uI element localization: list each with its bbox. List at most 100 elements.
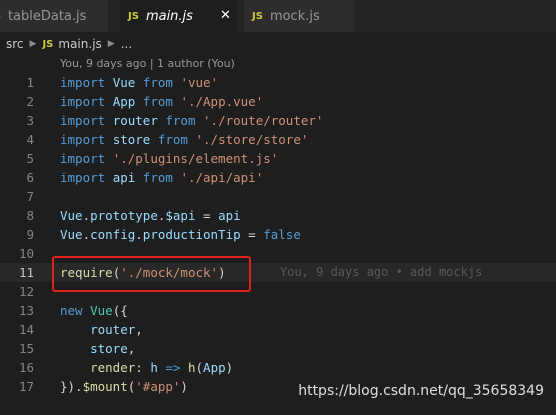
code-token: Vue bbox=[90, 303, 113, 318]
code-line[interactable]: 3 import router from './route/router' bbox=[0, 111, 556, 130]
code-line[interactable]: 16 render: h => h(App) bbox=[0, 358, 556, 377]
breadcrumb-folder[interactable]: src bbox=[6, 37, 24, 51]
code-token: './store/store' bbox=[195, 132, 309, 147]
line-number: 14 bbox=[18, 322, 34, 337]
watermark: https://blog.csdn.net/qq_35658349 bbox=[298, 383, 544, 399]
code-token: config bbox=[90, 227, 136, 242]
code-text: new Vue({ bbox=[60, 301, 128, 320]
line-number: 6 bbox=[26, 170, 34, 185]
breadcrumb-file[interactable]: main.js bbox=[58, 37, 101, 51]
code-line[interactable]: 9 Vue.config.productionTip = false bbox=[0, 225, 556, 244]
code-line[interactable]: 6 import api from './api/api' bbox=[0, 168, 556, 187]
code-token: App bbox=[112, 94, 136, 109]
code-token: import bbox=[60, 75, 106, 90]
tab-label: tableData.js bbox=[7, 8, 87, 24]
code-line[interactable]: 7 bbox=[0, 187, 556, 206]
code-text: store, bbox=[60, 339, 135, 358]
line-number: 4 bbox=[26, 132, 34, 147]
code-token: './route/router' bbox=[203, 113, 324, 128]
code-text: import Vue from 'vue' bbox=[60, 73, 218, 92]
tab-mock[interactable]: JS mock.js bbox=[244, 0, 354, 32]
code-token: : bbox=[135, 360, 151, 375]
code-line[interactable]: 14 router, bbox=[0, 320, 556, 339]
code-token: '#app' bbox=[135, 379, 181, 394]
code-token: import bbox=[60, 132, 106, 147]
code-line[interactable]: 5 import './plugins/element.js' bbox=[0, 149, 556, 168]
code-token: => bbox=[165, 360, 181, 375]
code-editor[interactable]: 1 import Vue from 'vue' 2 import App from '… bbox=[0, 73, 556, 396]
code-token: h bbox=[150, 360, 158, 375]
code-token: from bbox=[142, 94, 173, 109]
tab-tabledata[interactable]: JS tableData.js bbox=[0, 0, 108, 32]
chevron-right-icon: ▶ bbox=[29, 39, 37, 49]
code-token: ( bbox=[195, 360, 204, 375]
code-token: . bbox=[82, 227, 91, 242]
js-file-icon: JS bbox=[128, 10, 139, 22]
code-line[interactable]: 2 import App from './App.vue' bbox=[0, 92, 556, 111]
code-token: Vue bbox=[112, 75, 136, 90]
breadcrumb-more[interactable]: ... bbox=[121, 37, 132, 51]
code-token: App bbox=[203, 360, 226, 375]
codelens-blame[interactable]: You, 9 days ago | 1 author (You) bbox=[60, 57, 235, 73]
line-number: 7 bbox=[26, 189, 34, 204]
line-number: 2 bbox=[26, 94, 34, 109]
code-token: store bbox=[90, 341, 128, 356]
code-token: . bbox=[135, 227, 143, 242]
code-line[interactable]: 13 new Vue({ bbox=[0, 301, 556, 320]
code-token: import bbox=[60, 151, 106, 166]
line-number: 3 bbox=[26, 113, 34, 128]
code-token: import bbox=[60, 113, 106, 128]
js-file-icon: JS bbox=[0, 11, 1, 22]
code-text: render: h => h(App) bbox=[60, 358, 233, 377]
line-number: 1 bbox=[26, 75, 34, 90]
close-icon[interactable]: ✕ bbox=[220, 8, 231, 23]
js-file-icon: JS bbox=[252, 10, 263, 22]
line-number: 12 bbox=[18, 284, 34, 299]
code-text: import router from './route/router' bbox=[60, 111, 323, 130]
code-token: 'vue' bbox=[180, 75, 219, 90]
code-token: Vue bbox=[60, 227, 83, 242]
code-line[interactable]: 1 import Vue from 'vue' bbox=[0, 73, 556, 92]
code-token: = bbox=[240, 227, 264, 242]
code-token: $api bbox=[165, 208, 196, 223]
line-number: 15 bbox=[18, 341, 34, 356]
code-text: import './plugins/element.js' bbox=[60, 149, 278, 168]
breadcrumb: src ▶ JS main.js ▶ ... bbox=[0, 32, 556, 56]
code-token: api bbox=[218, 208, 241, 223]
code-text: Vue.config.productionTip = false bbox=[60, 225, 301, 244]
line-number: 9 bbox=[26, 227, 34, 242]
line-number: 13 bbox=[18, 303, 34, 318]
code-token: new bbox=[60, 303, 83, 318]
code-token: , bbox=[135, 322, 143, 337]
code-line[interactable]: 8 Vue.prototype.$api = api bbox=[0, 206, 556, 225]
tab-bar: JS tableData.js JS main.js ✕ JS mock.js bbox=[0, 0, 556, 32]
line-number: 11 bbox=[18, 265, 34, 280]
inline-blame: You, 9 days ago • add mockjs bbox=[280, 265, 483, 279]
code-line[interactable]: 15 store, bbox=[0, 339, 556, 358]
tab-main[interactable]: JS main.js ✕ bbox=[120, 0, 238, 32]
line-number: 17 bbox=[18, 379, 34, 394]
code-line[interactable]: 4 import store from './store/store' bbox=[0, 130, 556, 149]
code-token: Vue bbox=[60, 208, 83, 223]
code-token: ({ bbox=[112, 303, 128, 318]
code-token: , bbox=[127, 341, 136, 356]
line-number: 16 bbox=[18, 360, 34, 375]
code-token: $mount bbox=[82, 379, 128, 394]
code-text: router, bbox=[60, 320, 143, 339]
code-token: }). bbox=[60, 379, 83, 394]
code-text: Vue.prototype.$api = api bbox=[60, 206, 241, 225]
tab-label: main.js bbox=[145, 8, 193, 24]
